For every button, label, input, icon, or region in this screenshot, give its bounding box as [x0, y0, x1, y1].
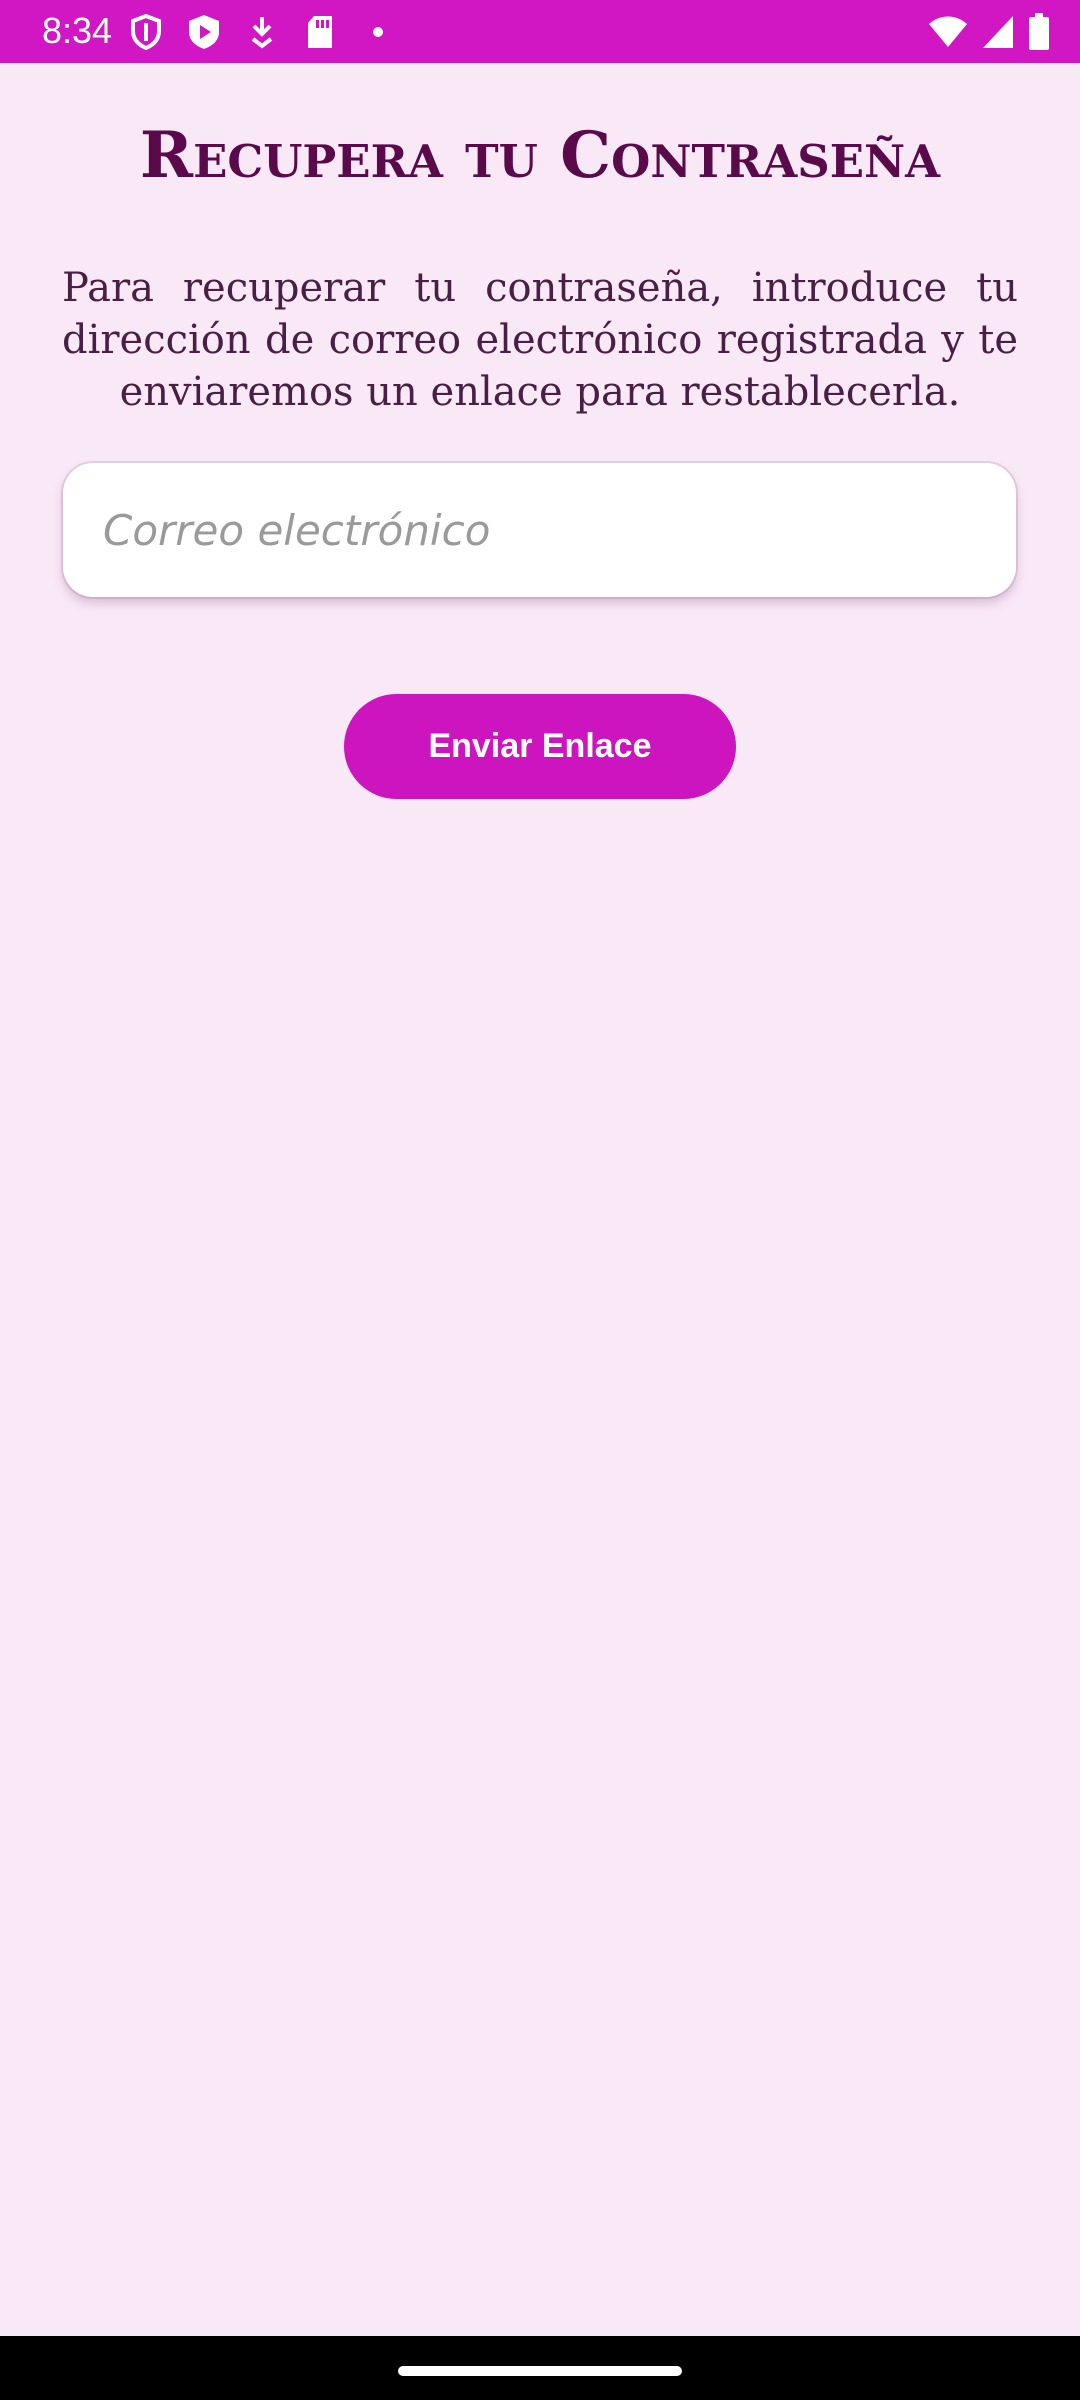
- wifi-icon: [928, 12, 968, 52]
- status-icons-left: [126, 12, 416, 52]
- page-title: Recupera tu Contraseña: [139, 118, 941, 193]
- status-icons-right: [914, 12, 1050, 52]
- send-link-button[interactable]: Enviar Enlace: [344, 694, 736, 799]
- signal-icon: [982, 12, 1014, 52]
- shield-icon: [126, 12, 166, 52]
- home-indicator[interactable]: [398, 2366, 682, 2376]
- battery-icon: [1028, 12, 1050, 52]
- play-protect-icon: [184, 12, 224, 52]
- sd-card-icon: [300, 12, 340, 52]
- status-time: 8:34: [42, 10, 113, 51]
- email-field-container: [63, 463, 1016, 597]
- dot-icon: [358, 12, 398, 52]
- email-field[interactable]: [63, 463, 1016, 597]
- download-icon: [242, 12, 282, 52]
- recover-password-screen: 8:34 Recupera tu Contraseña Para recuper…: [0, 0, 1080, 2400]
- instructions-text: Para recuperar tu contraseña, introduce …: [62, 265, 1018, 415]
- status-bar: 8:34: [0, 0, 1080, 63]
